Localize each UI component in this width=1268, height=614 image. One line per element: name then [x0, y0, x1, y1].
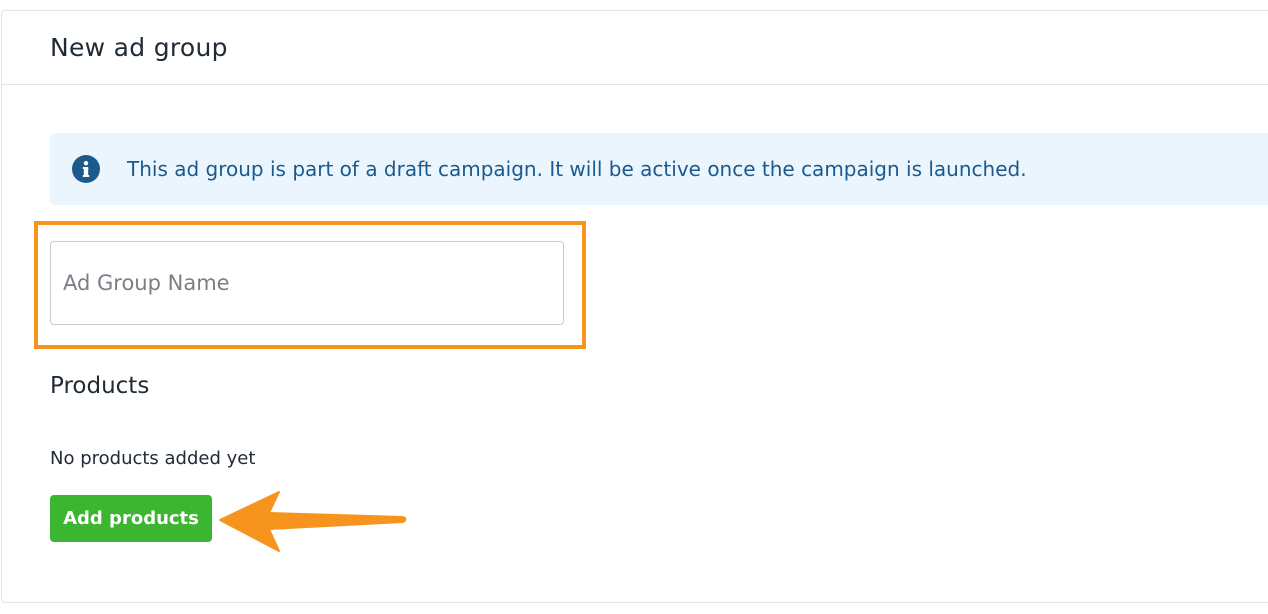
new-ad-group-card: New ad group This ad group is part of a … [1, 10, 1268, 603]
add-products-button[interactable]: Add products [50, 495, 212, 542]
card-header: New ad group [2, 11, 1268, 85]
page-title: New ad group [50, 33, 228, 62]
no-products-message: No products added yet [50, 448, 256, 469]
draft-campaign-info-banner: This ad group is part of a draft campaig… [50, 133, 1268, 205]
banner-message: This ad group is part of a draft campaig… [127, 157, 1027, 181]
pointer-arrow-icon [219, 491, 407, 552]
products-section-title: Products [50, 373, 150, 399]
info-icon [72, 155, 100, 183]
ad-group-name-input[interactable] [50, 241, 564, 325]
